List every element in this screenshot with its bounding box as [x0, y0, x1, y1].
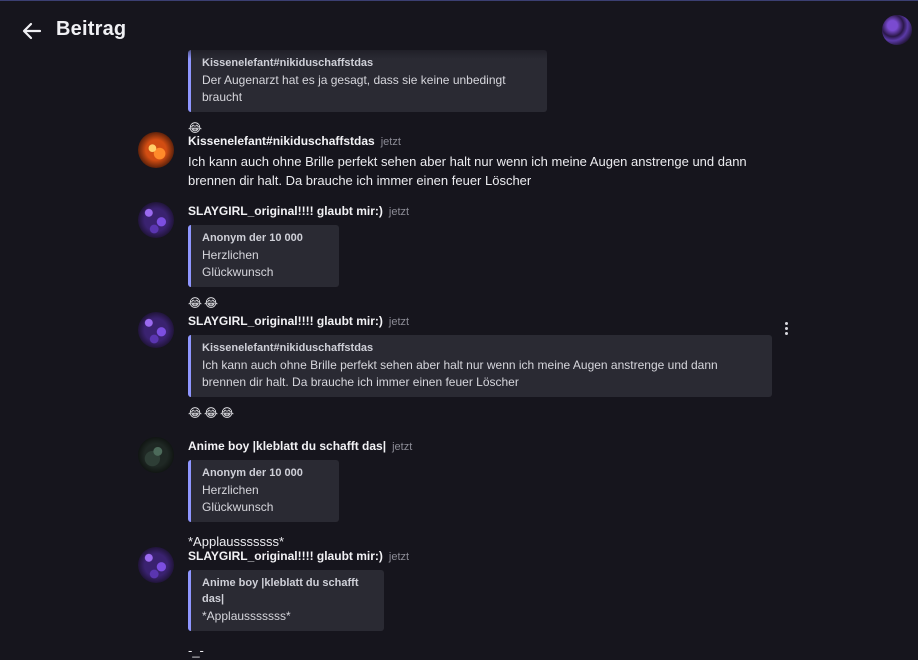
timestamp: jetzt	[388, 316, 410, 328]
more-options-icon[interactable]	[783, 322, 789, 336]
quote-text: Herzlichen Glückwunsch	[202, 483, 274, 514]
user-avatar[interactable]	[882, 15, 912, 45]
avatar[interactable]	[138, 202, 174, 238]
message-emoji: 😂😂	[188, 296, 221, 310]
quote-text: *Applausssssss*	[202, 609, 291, 623]
quoted-reply[interactable]: Anime boy |kleblatt du schafft das| *App…	[188, 570, 384, 631]
avatar[interactable]	[138, 132, 174, 168]
username[interactable]: SLAYGIRL_original!!!! glaubt mir:)	[188, 549, 383, 563]
timestamp: jetzt	[388, 551, 410, 563]
username[interactable]: SLAYGIRL_original!!!! glaubt mir:)	[188, 204, 383, 218]
message-text: Ich kann auch ohne Brille perfekt sehen …	[188, 154, 747, 188]
timestamp: jetzt	[380, 136, 401, 148]
avatar[interactable]	[138, 312, 174, 348]
username[interactable]: Kissenelefant#nikiduschaffstdas	[188, 134, 375, 148]
timestamp: jetzt	[392, 441, 413, 453]
avatar[interactable]	[138, 547, 174, 583]
page-title: Beitrag	[56, 18, 127, 40]
quote-username: Anonym der 10 000	[202, 467, 303, 479]
quoted-reply[interactable]: Anonym der 10 000 Herzlichen Glückwunsch	[188, 460, 339, 522]
quote-text: Herzlichen Glückwunsch	[202, 248, 274, 279]
quoted-reply[interactable]: Kissenelefant#nikiduschaffstdas Ich kann…	[188, 335, 772, 397]
timestamp: jetzt	[388, 206, 410, 218]
username[interactable]: SLAYGIRL_original!!!! glaubt mir:)	[188, 314, 383, 328]
quote-username: Kissenelefant#nikiduschaffstdas	[202, 342, 374, 354]
quote-username: Anonym der 10 000	[202, 232, 303, 244]
message-emoji: 😂😂😂	[188, 406, 237, 420]
message-feed[interactable]: Kissenelefant#nikiduschaffstdas Der Auge…	[0, 1, 918, 658]
back-arrow-icon[interactable]	[20, 19, 44, 43]
quoted-reply[interactable]: Kissenelefant#nikiduschaffstdas Der Auge…	[188, 50, 547, 112]
quote-text: Ich kann auch ohne Brille perfekt sehen …	[202, 358, 718, 389]
top-bar: Beitrag	[0, 1, 918, 59]
username[interactable]: Anime boy |kleblatt du schafft das|	[188, 439, 386, 453]
quote-text: Der Augenarzt hat es ja gesagt, dass sie…	[202, 73, 506, 104]
avatar[interactable]	[138, 437, 174, 473]
quote-username: Anime boy |kleblatt du schafft das|	[202, 577, 359, 605]
quoted-reply[interactable]: Anonym der 10 000 Herzlichen Glückwunsch	[188, 225, 339, 287]
